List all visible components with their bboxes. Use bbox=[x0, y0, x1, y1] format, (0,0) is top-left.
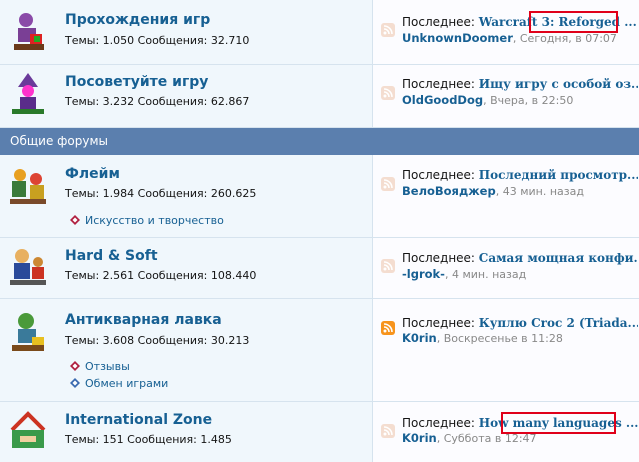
forum-title[interactable]: Посоветуйте игру bbox=[65, 74, 208, 90]
last-post-user[interactable]: ВелоВояджер bbox=[402, 184, 496, 198]
last-post-meta: UnknownDoomer, Сегодня, в 07:07 bbox=[402, 31, 638, 45]
last-post-prefix: Последнее: bbox=[402, 416, 479, 430]
highlight-box bbox=[529, 11, 618, 33]
last-post-title[interactable]: Самая мощная конфи... bbox=[479, 251, 638, 265]
last-post: Последнее: Куплю Croc 2 (Triada... K0rin… bbox=[372, 299, 639, 401]
forum-title[interactable]: Антикварная лавка bbox=[65, 312, 222, 328]
forum-avatar-icon bbox=[14, 13, 44, 50]
forum-avatar-icon bbox=[12, 73, 44, 114]
subforum-icon bbox=[70, 378, 80, 388]
rss-icon[interactable] bbox=[381, 23, 395, 37]
last-post-user[interactable]: K0rin bbox=[402, 431, 437, 445]
forum-stats: Темы: 151 Сообщения: 1.485 bbox=[65, 433, 232, 446]
section-header[interactable]: Общие форумы bbox=[0, 128, 639, 155]
subforum-link[interactable]: Обмен играми bbox=[70, 377, 169, 390]
last-post-title[interactable]: Куплю Croc 2 (Triada... bbox=[479, 316, 638, 330]
last-post-user[interactable]: OldGoodDog bbox=[402, 93, 483, 107]
forum-stats: Темы: 1.050 Сообщения: 32.710 bbox=[65, 34, 250, 47]
subforum-icon bbox=[70, 361, 80, 371]
last-post-prefix: Последнее: bbox=[402, 77, 479, 91]
last-post-title[interactable]: Ищу игру с особой оз... bbox=[479, 77, 638, 91]
last-post-line: Последнее: Последний просмотр... bbox=[402, 168, 638, 182]
last-post-line: Последнее: Ищу игру с особой оз... bbox=[402, 77, 638, 91]
last-post-time: , 4 мин. назад bbox=[444, 268, 527, 281]
highlight-box bbox=[501, 412, 616, 434]
last-post-meta: -lgrok-, 4 мин. назад bbox=[402, 267, 638, 281]
forum-avatar-icon bbox=[10, 249, 46, 285]
rss-icon[interactable] bbox=[381, 86, 395, 100]
last-post-meta: OldGoodDog, Вчера, в 22:50 bbox=[402, 93, 638, 107]
last-post-meta: ВелоВояджер, 43 мин. назад bbox=[402, 184, 638, 198]
last-post-prefix: Последнее: bbox=[402, 251, 479, 265]
forum-row: Антикварная лавка Темы: 3.608 Сообщения:… bbox=[0, 299, 639, 402]
forum-avatar-icon bbox=[10, 411, 46, 448]
last-post-time: , Сегодня, в 07:07 bbox=[512, 32, 617, 45]
last-post: Последнее: Последний просмотр... ВелоВоя… bbox=[372, 155, 639, 237]
last-post-user[interactable]: K0rin bbox=[402, 331, 437, 345]
forum-stats: Темы: 3.232 Сообщения: 62.867 bbox=[65, 95, 250, 108]
forum-title[interactable]: International Zone bbox=[65, 412, 212, 428]
rss-icon[interactable] bbox=[381, 321, 395, 335]
forum-row: Hard & Soft Темы: 2.561 Сообщения: 108.4… bbox=[0, 238, 639, 299]
forum-stats: Темы: 1.984 Сообщения: 260.625 bbox=[65, 187, 257, 200]
last-post-prefix: Последнее: bbox=[402, 15, 479, 29]
last-post-meta: K0rin, Воскресенье в 11:28 bbox=[402, 331, 638, 345]
last-post-prefix: Последнее: bbox=[402, 168, 479, 182]
rss-icon[interactable] bbox=[381, 177, 395, 191]
subforum-label: Обмен играми bbox=[85, 377, 169, 390]
rss-icon[interactable] bbox=[381, 259, 395, 273]
last-post: Последнее: Самая мощная конфи... -lgrok-… bbox=[372, 238, 639, 298]
last-post-prefix: Последнее: bbox=[402, 316, 479, 330]
forum-title[interactable]: Hard & Soft bbox=[65, 248, 158, 264]
section-title: Общие форумы bbox=[10, 134, 108, 148]
subforum-icon bbox=[70, 215, 80, 225]
last-post-title[interactable]: Последний просмотр... bbox=[479, 168, 638, 182]
last-post-user[interactable]: UnknownDoomer bbox=[402, 31, 513, 45]
last-post: Последнее: Ищу игру с особой оз... OldGo… bbox=[372, 65, 639, 127]
forum-row: Флейм Темы: 1.984 Сообщения: 260.625 Иск… bbox=[0, 155, 639, 238]
last-post-time: , 43 мин. назад bbox=[495, 185, 584, 198]
subforum-link[interactable]: Отзывы bbox=[70, 360, 130, 373]
last-post-time: , Воскресенье в 11:28 bbox=[436, 332, 563, 345]
forum-title[interactable]: Прохождения игр bbox=[65, 12, 210, 28]
forum-stats: Темы: 2.561 Сообщения: 108.440 bbox=[65, 269, 257, 282]
last-post-line: Последнее: Куплю Croc 2 (Triada... bbox=[402, 316, 638, 330]
last-post-user[interactable]: -lgrok- bbox=[402, 267, 445, 281]
last-post-time: , Вчера, в 22:50 bbox=[483, 94, 574, 107]
subforum-label: Искусство и творчество bbox=[85, 214, 224, 227]
forum-avatar-icon bbox=[12, 313, 44, 351]
subforum-link[interactable]: Искусство и творчество bbox=[70, 214, 224, 227]
forum-avatar-icon bbox=[10, 169, 46, 204]
last-post-line: Последнее: Самая мощная конфи... bbox=[402, 251, 638, 265]
forum-row: Посоветуйте игру Темы: 3.232 Сообщения: … bbox=[0, 65, 639, 128]
forum-stats: Темы: 3.608 Сообщения: 30.213 bbox=[65, 334, 250, 347]
forum-title[interactable]: Флейм bbox=[65, 166, 120, 182]
subforum-label: Отзывы bbox=[85, 360, 130, 373]
rss-icon[interactable] bbox=[381, 424, 395, 438]
